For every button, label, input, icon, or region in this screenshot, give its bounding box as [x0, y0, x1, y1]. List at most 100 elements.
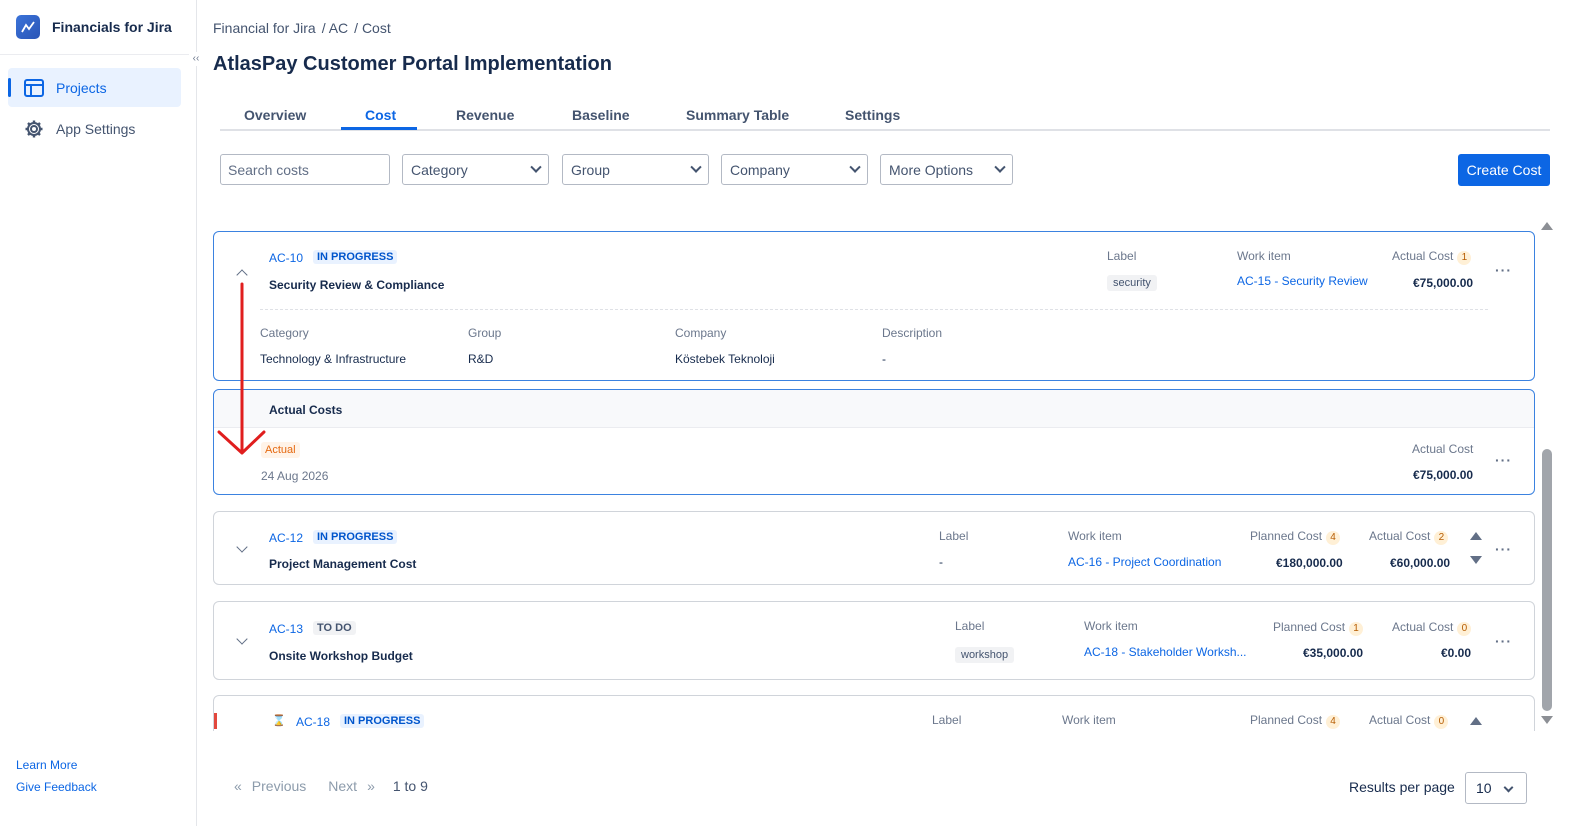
more-actions-button[interactable]: ···: [1495, 452, 1512, 468]
actual-costs-panel: Actual Costs Actual 24 Aug 2026 Actual C…: [213, 389, 1535, 495]
cost-key[interactable]: AC-18: [296, 715, 330, 729]
status-badge: IN PROGRESS: [340, 714, 425, 728]
tab-bar: Overview Cost Revenue Baseline Summary T…: [220, 98, 1550, 131]
create-cost-button[interactable]: Create Cost: [1458, 154, 1550, 186]
cost-key[interactable]: AC-12: [269, 531, 303, 545]
category-value: Technology & Infrastructure: [260, 352, 407, 366]
breadcrumb: Financial for Jira / AC / Cost: [213, 20, 391, 36]
more-actions-button[interactable]: ···: [1495, 541, 1512, 557]
actual-cost-value: €75,000.00: [1413, 468, 1474, 482]
cost-card[interactable]: AC-12 IN PROGRESS Project Management Cos…: [213, 511, 1535, 585]
description-header: Description: [882, 326, 943, 340]
search-input[interactable]: [220, 154, 390, 185]
cost-summary: Security Review & Compliance: [269, 278, 445, 292]
company-header: Company: [675, 326, 727, 340]
category-select[interactable]: Category: [402, 154, 549, 185]
breadcrumb-item[interactable]: Financial for Jira: [213, 20, 316, 36]
app-name: Financials for Jira: [52, 19, 172, 35]
scroll-down-arrow-icon[interactable]: [1541, 716, 1553, 724]
company-value: Köstebek Teknoloji: [675, 352, 775, 366]
move-up-icon[interactable]: [1470, 717, 1482, 725]
work-item-link[interactable]: AC-15 - Security Review: [1237, 274, 1368, 288]
actual-count-badge: 2: [1434, 531, 1449, 545]
cost-date: 24 Aug 2026: [261, 469, 329, 483]
chevron-down-icon[interactable]: [236, 541, 248, 553]
actual-count-badge: 1: [1457, 251, 1472, 265]
group-select[interactable]: Group: [562, 154, 709, 185]
pagination: « Previous Next » 1 to 9: [234, 778, 428, 794]
annotation-arrow-icon: [217, 282, 266, 455]
divider: [260, 309, 1488, 310]
cost-card[interactable]: ⌛ AC-18 IN PROGRESS Label Work item Plan…: [213, 695, 1535, 731]
give-feedback-link[interactable]: Give Feedback: [16, 780, 97, 794]
status-badge: IN PROGRESS: [313, 250, 398, 264]
status-badge: TO DO: [313, 621, 356, 635]
work-item-header: Work item: [1062, 713, 1116, 727]
sidebar-item-label: Projects: [56, 79, 107, 96]
learn-more-link[interactable]: Learn More: [16, 758, 77, 772]
planned-cost-header: Planned Cost 1: [1273, 620, 1364, 636]
double-chevron-left-icon: «: [234, 778, 242, 794]
move-down-icon[interactable]: [1470, 556, 1482, 564]
company-select-label: Company: [730, 161, 790, 178]
more-options-select[interactable]: More Options: [880, 154, 1013, 185]
planned-count-badge: 4: [1326, 715, 1341, 729]
chevron-down-icon: [530, 161, 542, 173]
work-item-link[interactable]: AC-18 - Stakeholder Worksh...: [1084, 645, 1247, 659]
tab-revenue[interactable]: Revenue: [456, 107, 514, 123]
actual-cost-header: Actual Cost 2: [1369, 529, 1449, 545]
cost-key[interactable]: AC-10: [269, 251, 303, 265]
planned-cost-value: €180,000.00: [1276, 556, 1343, 570]
work-item-link[interactable]: AC-16 - Project Coordination: [1068, 555, 1221, 569]
board-icon: [24, 78, 44, 97]
actual-cost-header-text: Actual Cost: [1369, 713, 1431, 727]
breadcrumb-item[interactable]: / AC: [322, 20, 348, 36]
sidebar-item-app-settings[interactable]: App Settings: [8, 109, 181, 148]
move-up-icon[interactable]: [1470, 532, 1482, 540]
cost-card[interactable]: AC-10 IN PROGRESS Security Review & Comp…: [213, 231, 1535, 381]
chevron-down-icon: [1503, 782, 1514, 793]
previous-page-button[interactable]: « Previous: [234, 778, 306, 794]
cost-list: AC-10 IN PROGRESS Security Review & Comp…: [213, 225, 1553, 731]
tab-baseline[interactable]: Baseline: [572, 107, 630, 123]
actual-cost-value: €75,000.00: [1413, 276, 1474, 290]
company-select[interactable]: Company: [721, 154, 868, 185]
planned-cost-header-text: Planned Cost: [1250, 713, 1323, 727]
next-page-button[interactable]: Next »: [328, 778, 375, 794]
tab-settings[interactable]: Settings: [845, 107, 900, 123]
cost-key[interactable]: AC-13: [269, 622, 303, 636]
work-item-header: Work item: [1068, 529, 1122, 543]
hourglass-icon: ⌛: [272, 715, 286, 727]
more-options-label: More Options: [889, 161, 974, 178]
planned-cost-header: Planned Cost 4: [1250, 713, 1341, 729]
chevron-up-icon[interactable]: [236, 269, 248, 281]
priority-indicator: [214, 713, 217, 729]
scrollbar[interactable]: [1541, 222, 1553, 724]
breadcrumb-item[interactable]: / Cost: [354, 20, 391, 36]
label-pill: workshop: [955, 647, 1015, 663]
scroll-up-arrow-icon[interactable]: [1541, 222, 1553, 230]
previous-label: Previous: [251, 778, 307, 794]
scrollbar-thumb[interactable]: [1542, 449, 1552, 711]
cost-summary: Onsite Workshop Budget: [269, 649, 413, 663]
actual-cost-header: Actual Cost 0: [1369, 713, 1449, 729]
cost-card[interactable]: AC-13 TO DO Onsite Workshop Budget Label…: [213, 601, 1535, 680]
tab-summary-table[interactable]: Summary Table: [686, 107, 789, 123]
results-per-page-select[interactable]: 10: [1465, 772, 1527, 804]
actual-cost-header: Actual Cost: [1412, 442, 1474, 456]
more-actions-button[interactable]: ···: [1495, 633, 1512, 649]
collapse-sidebar-button[interactable]: ‹‹: [189, 52, 203, 66]
planned-cost-header-text: Planned Cost: [1273, 620, 1346, 634]
sidebar: Financials for Jira ‹‹ Projects App Sett…: [0, 0, 203, 826]
chevron-down-icon: [849, 161, 861, 173]
more-actions-button[interactable]: ···: [1495, 262, 1512, 278]
tab-cost[interactable]: Cost: [365, 107, 396, 123]
planned-count-badge: 4: [1326, 531, 1341, 545]
tab-overview[interactable]: Overview: [244, 107, 306, 123]
page-range: 1 to 9: [392, 778, 428, 794]
actual-count-badge: 0: [1457, 622, 1472, 636]
sidebar-item-projects[interactable]: Projects: [8, 68, 181, 107]
group-select-label: Group: [571, 161, 610, 178]
actual-cost-header-text: Actual Cost: [1392, 620, 1454, 634]
chevron-down-icon[interactable]: [236, 633, 248, 645]
